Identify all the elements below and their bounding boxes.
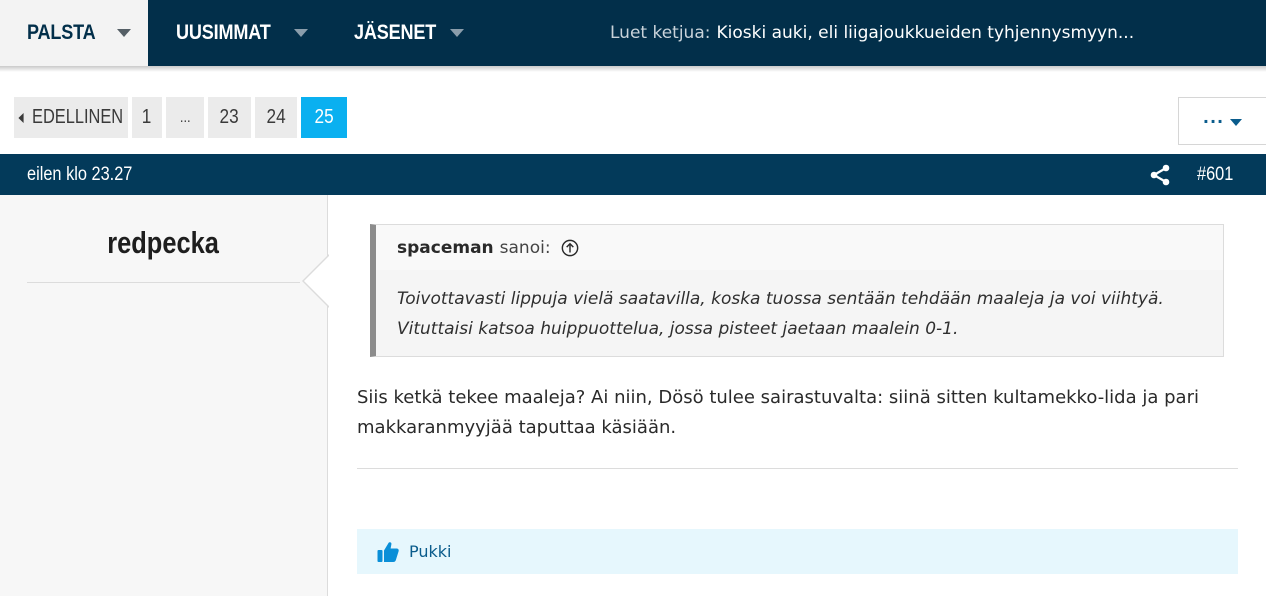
pagination: EDELLINEN 1 ... 23 24 25 <box>14 97 347 138</box>
page-label: ... <box>179 109 191 126</box>
thumbs-up-icon[interactable] <box>376 540 400 564</box>
reading-prefix: Luet ketjua: <box>610 23 711 43</box>
reactions-bar: Pukki <box>357 529 1238 574</box>
previous-label: EDELLINEN <box>32 106 124 128</box>
tab-jasenet[interactable]: JÄSENET <box>328 0 478 66</box>
share-icon[interactable] <box>1148 163 1172 187</box>
quote-line: Vituttaisi katsoa huippuottelua, jossa p… <box>397 319 959 339</box>
tab-label: PALSTA <box>27 21 96 44</box>
message-line: makkaranmyyjää taputtaa käsiään. <box>357 417 677 438</box>
page-1-button[interactable]: 1 <box>132 97 162 138</box>
quote-block: spaceman sanoi: Toivottavasti lippuja vi… <box>370 224 1224 357</box>
chevron-left-icon <box>18 112 24 123</box>
chevron-down-icon[interactable] <box>450 29 464 37</box>
page-23-button[interactable]: 23 <box>208 97 251 138</box>
tab-uusimmat[interactable]: UUSIMMAT <box>148 0 328 66</box>
more-dots-icon: ··· <box>1202 111 1225 131</box>
thread-title[interactable]: Kioski auki, eli liigajoukkueiden tyhjen… <box>716 23 1134 43</box>
username-text: redpecka <box>107 225 220 260</box>
chevron-down-icon <box>1230 118 1243 126</box>
page-label: 24 <box>266 106 286 128</box>
reaction-label[interactable]: Pukki <box>409 542 451 561</box>
user-divider <box>27 282 300 283</box>
user-column: redpecka <box>0 195 330 596</box>
quote-body: Toivottavasti lippuja vielä saatavilla, … <box>376 270 1223 344</box>
page-ellipsis-button[interactable]: ... <box>166 97 204 138</box>
tab-label: JÄSENET <box>354 21 437 44</box>
page-label: 23 <box>219 106 240 128</box>
post-message: Siis ketkä tekee maaleja? Ai niin, Dösö … <box>357 383 1237 443</box>
page-24-button[interactable]: 24 <box>255 97 297 138</box>
thread-tools-button[interactable]: ··· <box>1178 97 1266 145</box>
top-navigation: PALSTA UUSIMMAT JÄSENET Luet ketjua: Kio… <box>0 0 1266 66</box>
tab-label: UUSIMMAT <box>176 21 271 44</box>
tab-palsta[interactable]: PALSTA <box>0 0 148 66</box>
reading-thread: Luet ketjua: Kioski auki, eli liigajoukk… <box>610 0 1134 66</box>
chevron-down-icon[interactable] <box>294 29 308 37</box>
message-divider <box>357 468 1238 469</box>
quote-said: sanoi: <box>499 237 551 258</box>
chevron-down-icon[interactable] <box>117 29 131 37</box>
post-header: eilen klo 23.27 #601 <box>0 154 1266 195</box>
arrow-up-circle-icon[interactable] <box>561 239 579 257</box>
quote-header: spaceman sanoi: <box>376 225 1223 270</box>
post-number[interactable]: #601 <box>1197 154 1233 195</box>
user-arrow <box>304 255 330 307</box>
quote-author[interactable]: spaceman <box>397 238 494 258</box>
page-label: 25 <box>314 106 334 128</box>
post-time[interactable]: eilen klo 23.27 <box>27 154 132 195</box>
page-25-current[interactable]: 25 <box>301 97 347 138</box>
quote-line: Toivottavasti lippuja vielä saatavilla, … <box>397 289 1164 309</box>
previous-page-button[interactable]: EDELLINEN <box>14 97 128 138</box>
username[interactable]: redpecka <box>27 225 300 261</box>
nav-shadow <box>0 66 1266 72</box>
page-label: 1 <box>142 106 152 128</box>
message-line: Siis ketkä tekee maaleja? Ai niin, Dösö … <box>357 387 1199 408</box>
